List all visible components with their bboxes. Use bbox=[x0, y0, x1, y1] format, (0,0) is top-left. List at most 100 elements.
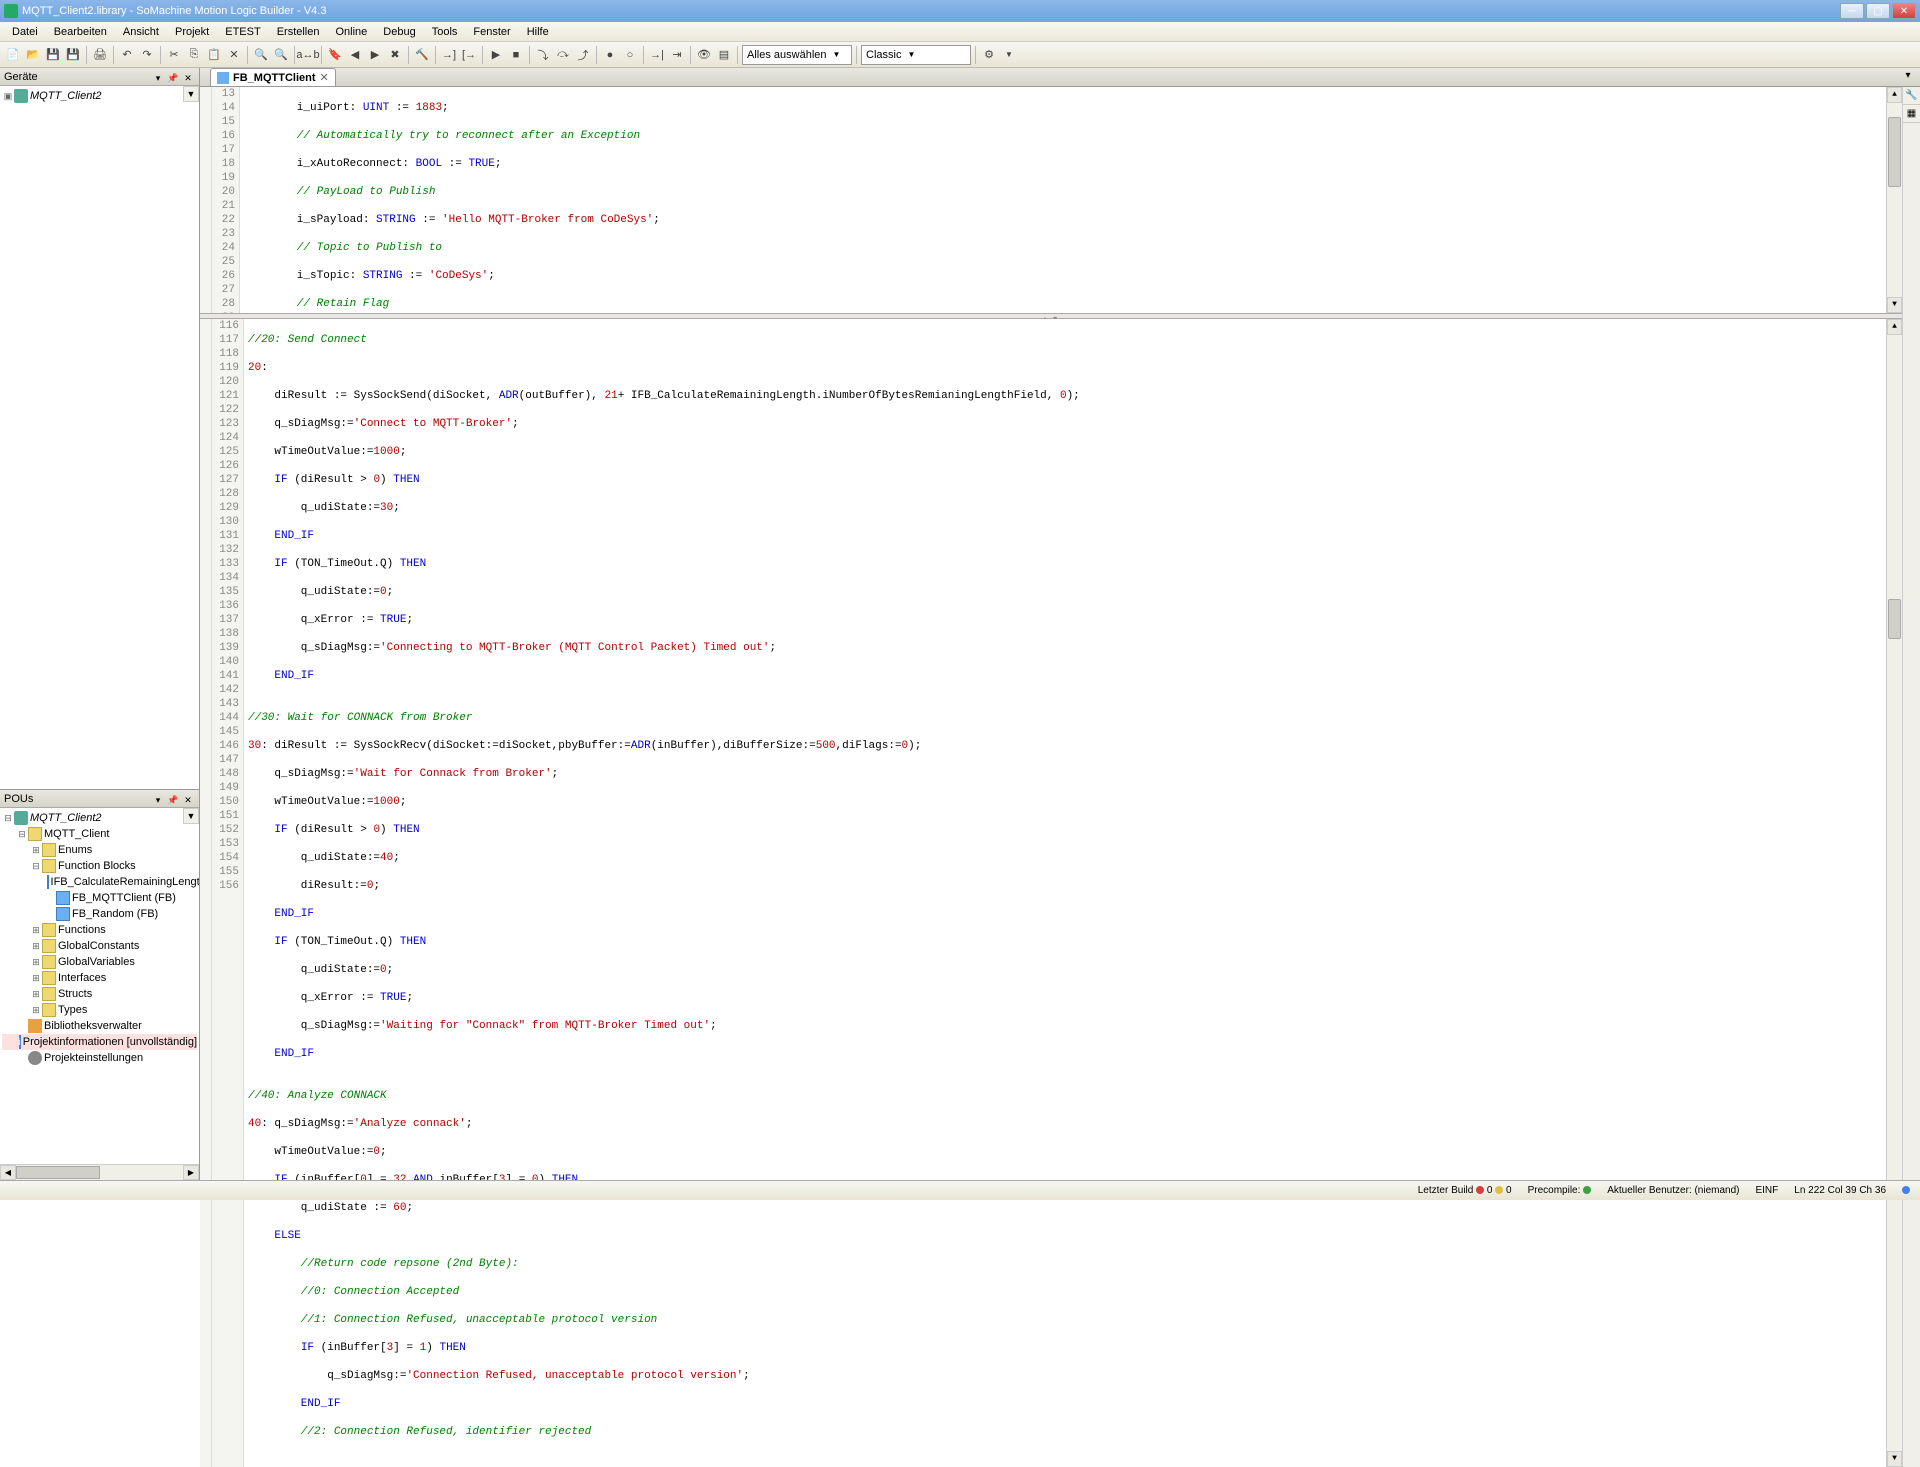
menu-erstellen[interactable]: Erstellen bbox=[269, 24, 328, 40]
pou-projektinfo[interactable]: iProjektinformationen [unvollständig] bbox=[2, 1034, 197, 1050]
status-dot-icon bbox=[1902, 1186, 1910, 1194]
minimize-button[interactable]: ─ bbox=[1840, 3, 1864, 19]
pou-globalconst[interactable]: ⊞GlobalConstants bbox=[2, 938, 197, 954]
menu-hilfe[interactable]: Hilfe bbox=[519, 24, 557, 40]
status-build: Letzter Build 0 0 bbox=[1414, 1185, 1516, 1196]
bookmark-icon[interactable]: 🔖 bbox=[326, 46, 344, 64]
pou-projektset[interactable]: Projekteinstellungen bbox=[2, 1050, 197, 1066]
redo-icon[interactable]: ↷ bbox=[138, 46, 156, 64]
save-icon[interactable]: 💾 bbox=[44, 46, 62, 64]
pou-root[interactable]: ⊟MQTT_Client2 bbox=[2, 810, 197, 826]
dropdown-icon[interactable]: ▼ bbox=[1000, 46, 1018, 64]
build-icon[interactable]: 🔨 bbox=[413, 46, 431, 64]
pou-mqtt-client[interactable]: ⊟MQTT_Client bbox=[2, 826, 197, 842]
pous-title: POUs bbox=[4, 793, 33, 805]
step-over-icon[interactable]: ⤼ bbox=[554, 46, 572, 64]
pou-function-blocks[interactable]: ⊟Function Blocks bbox=[2, 858, 197, 874]
pou-fb2[interactable]: FB_MQTTClient (FB) bbox=[2, 890, 197, 906]
saveall-icon[interactable]: 💾 bbox=[64, 46, 82, 64]
maximize-button[interactable]: ▢ bbox=[1866, 3, 1890, 19]
menu-projekt[interactable]: Projekt bbox=[167, 24, 217, 40]
watch-icon[interactable]: 👁 bbox=[695, 46, 713, 64]
status-precompile: Precompile: bbox=[1524, 1185, 1596, 1196]
status-user: Aktueller Benutzer: (niemand) bbox=[1603, 1185, 1743, 1196]
panel-dropdown-icon[interactable]: ▾ bbox=[151, 70, 165, 84]
toolbar: 📄 📂 💾 💾 🖨 ↶ ↷ ✂ ⎘ 📋 ✕ 🔍 🔍 a↔b 🔖 ◀ ▶ ✖ 🔨 … bbox=[0, 42, 1920, 68]
pou-hscroll[interactable]: ◀▶ bbox=[0, 1164, 199, 1180]
run-to-icon[interactable]: →| bbox=[648, 46, 666, 64]
window-title: MQTT_Client2.library - SoMachine Motion … bbox=[22, 5, 1840, 17]
findnext-icon[interactable]: 🔍 bbox=[272, 46, 290, 64]
menu-bearbeiten[interactable]: Bearbeiten bbox=[46, 24, 115, 40]
tab-fb-mqttclient[interactable]: FB_MQTTClient ✕ bbox=[210, 68, 336, 86]
delete-icon[interactable]: ✕ bbox=[225, 46, 243, 64]
pou-fb1[interactable]: IFB_CalculateRemainingLength (FB) bbox=[2, 874, 197, 890]
menu-datei[interactable]: Datei bbox=[4, 24, 46, 40]
print-icon[interactable]: 🖨 bbox=[91, 46, 109, 64]
vscroll-bot[interactable]: ▲ ▼ bbox=[1886, 319, 1902, 1467]
panel-pin-icon[interactable]: 📌 bbox=[166, 792, 180, 806]
pou-enums[interactable]: ⊞Enums bbox=[2, 842, 197, 858]
implementation-editor[interactable]: 1161171181191201211221231241251261271281… bbox=[200, 319, 1902, 1467]
device-combo-arrow[interactable]: ▼ bbox=[183, 86, 199, 102]
editor-tabstrip: FB_MQTTClient ✕ ▾ bbox=[200, 68, 1920, 87]
breakpoint-icon[interactable]: ● bbox=[601, 46, 619, 64]
bookmark-next-icon[interactable]: ▶ bbox=[366, 46, 384, 64]
paste-icon[interactable]: 📋 bbox=[205, 46, 223, 64]
replace-icon[interactable]: a↔b bbox=[299, 46, 317, 64]
components-icon[interactable]: ▦ bbox=[1903, 105, 1920, 123]
open-icon[interactable]: 📂 bbox=[24, 46, 42, 64]
breakpoint-toggle-icon[interactable]: ○ bbox=[621, 46, 639, 64]
stop-icon[interactable]: ■ bbox=[507, 46, 525, 64]
style-combo[interactable]: Classic▼ bbox=[861, 45, 971, 65]
pou-bibliothek[interactable]: Bibliotheksverwalter bbox=[2, 1018, 197, 1034]
tab-close-icon[interactable]: ✕ bbox=[320, 71, 329, 84]
logout-icon[interactable]: [→ bbox=[460, 46, 478, 64]
menu-debug[interactable]: Debug bbox=[375, 24, 423, 40]
selection-combo[interactable]: Alles auswählen▼ bbox=[742, 45, 852, 65]
vscroll-top[interactable]: ▲ ▼ bbox=[1886, 87, 1902, 313]
device-root[interactable]: ▣ MQTT_Client2 bbox=[2, 88, 197, 104]
cursor-icon[interactable]: ⇥ bbox=[668, 46, 686, 64]
gear-icon[interactable]: ⚙ bbox=[980, 46, 998, 64]
bookmark-clear-icon[interactable]: ✖ bbox=[386, 46, 404, 64]
fb-icon bbox=[217, 72, 229, 84]
login-icon[interactable]: →] bbox=[440, 46, 458, 64]
app-icon bbox=[4, 4, 18, 18]
window-icon[interactable]: ▤ bbox=[715, 46, 733, 64]
devices-title: Geräte bbox=[4, 71, 38, 83]
cut-icon[interactable]: ✂ bbox=[165, 46, 183, 64]
pou-combo-arrow[interactable]: ▼ bbox=[183, 808, 199, 824]
declaration-editor[interactable]: 131415161718192021222324252627282930 i_u… bbox=[200, 87, 1902, 313]
panel-dropdown-icon[interactable]: ▾ bbox=[151, 792, 165, 806]
menu-ansicht[interactable]: Ansicht bbox=[115, 24, 167, 40]
undo-icon[interactable]: ↶ bbox=[118, 46, 136, 64]
pou-interfaces[interactable]: ⊞Interfaces bbox=[2, 970, 197, 986]
pou-structs[interactable]: ⊞Structs bbox=[2, 986, 197, 1002]
gutter-top: 131415161718192021222324252627282930 bbox=[212, 87, 240, 313]
panel-close-icon[interactable]: ✕ bbox=[181, 70, 195, 84]
code-top[interactable]: i_uiPort: UINT := 1883; // Automatically… bbox=[240, 87, 1886, 313]
step-out-icon[interactable]: ⤴ bbox=[574, 46, 592, 64]
close-button[interactable]: ✕ bbox=[1892, 3, 1916, 19]
pou-types[interactable]: ⊞Types bbox=[2, 1002, 197, 1018]
gutter-bot: 1161171181191201211221231241251261271281… bbox=[212, 319, 244, 1467]
tab-dropdown-icon[interactable]: ▾ bbox=[1900, 70, 1916, 86]
step-icon[interactable]: ⤵ bbox=[534, 46, 552, 64]
menu-online[interactable]: Online bbox=[327, 24, 375, 40]
menu-etest[interactable]: ETEST bbox=[217, 24, 268, 40]
code-bot[interactable]: //20: Send Connect 20: diResult := SysSo… bbox=[244, 319, 1886, 1467]
pou-fb3[interactable]: FB_Random (FB) bbox=[2, 906, 197, 922]
start-icon[interactable]: ▶ bbox=[487, 46, 505, 64]
find-icon[interactable]: 🔍 bbox=[252, 46, 270, 64]
bookmark-prev-icon[interactable]: ◀ bbox=[346, 46, 364, 64]
toolbox-icon[interactable]: 🔧 bbox=[1903, 87, 1920, 105]
new-icon[interactable]: 📄 bbox=[4, 46, 22, 64]
panel-close-icon[interactable]: ✕ bbox=[181, 792, 195, 806]
menu-tools[interactable]: Tools bbox=[424, 24, 466, 40]
pou-globalvar[interactable]: ⊞GlobalVariables bbox=[2, 954, 197, 970]
pou-functions[interactable]: ⊞Functions bbox=[2, 922, 197, 938]
menu-fenster[interactable]: Fenster bbox=[465, 24, 518, 40]
panel-pin-icon[interactable]: 📌 bbox=[166, 70, 180, 84]
copy-icon[interactable]: ⎘ bbox=[185, 46, 203, 64]
